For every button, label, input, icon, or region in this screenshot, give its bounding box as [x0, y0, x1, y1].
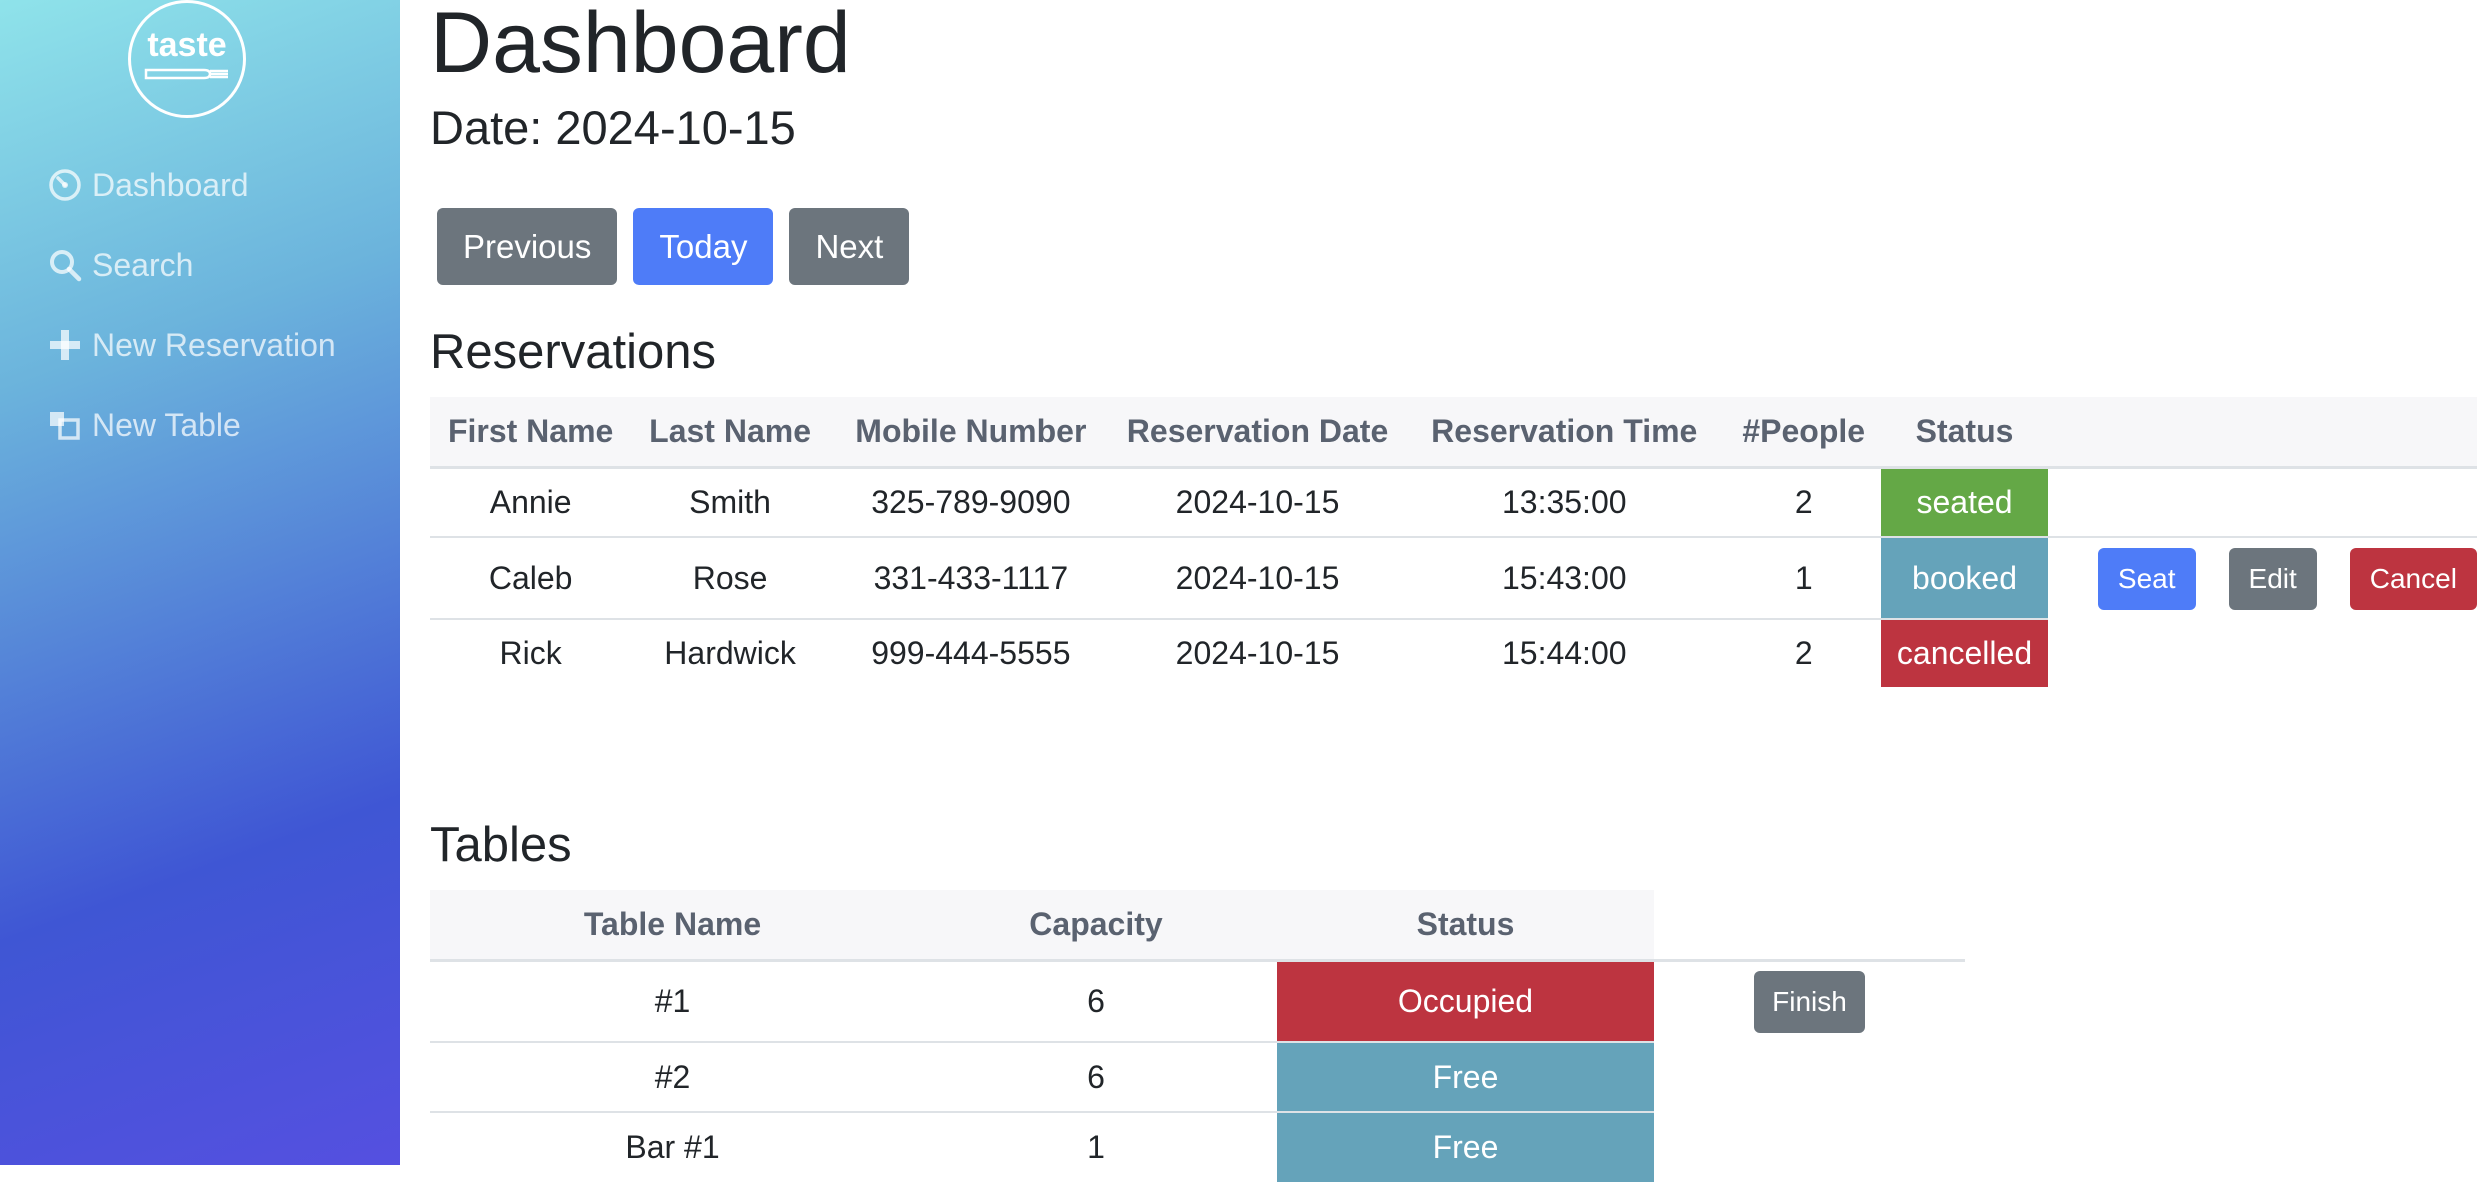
plus-icon [50, 330, 80, 360]
date-cell: 2024-10-15 [1112, 618, 1403, 687]
capacity-cell: 1 [915, 1111, 1277, 1182]
time-cell: 15:44:00 [1402, 618, 1727, 687]
actions-cell: Seat Edit Cancel [2047, 536, 2477, 619]
status-badge: cancelled [1881, 618, 2048, 687]
tables-table: Table Name Capacity Status #1 6 Occupied… [430, 890, 1965, 1182]
date-cell: 2024-10-15 [1112, 536, 1403, 619]
table-row: Caleb Rose 331-433-1117 2024-10-15 15:43… [430, 536, 2477, 619]
last-name-cell: Rose [631, 536, 829, 619]
first-name-cell: Caleb [430, 536, 632, 619]
table-icon [50, 412, 80, 440]
table-name-cell: #1 [430, 959, 915, 1042]
people-cell: 2 [1726, 618, 1882, 687]
cancel-button[interactable]: Cancel [2349, 547, 2477, 610]
next-button[interactable]: Next [789, 208, 910, 285]
reservation-actions: Seat Edit Cancel [2048, 547, 2477, 610]
column-header: Reservation Time [1402, 397, 1727, 469]
sidebar-item-label: Search [92, 246, 194, 283]
table-row: Bar #1 1 Free [430, 1111, 1965, 1182]
time-cell: 15:43:00 [1402, 536, 1727, 619]
column-header: Table Name [430, 890, 915, 962]
table-row: #1 6 Occupied Finish [430, 959, 1965, 1042]
taste-logo[interactable]: taste [128, 0, 246, 118]
finish-button[interactable]: Finish [1754, 970, 1865, 1033]
reservations-title: Reservations [430, 325, 716, 379]
column-header: Capacity [915, 890, 1277, 962]
page-title: Dashboard [430, 0, 851, 91]
mobile-cell: 999-444-5555 [828, 618, 1113, 687]
table-row: #2 6 Free [430, 1041, 1965, 1112]
table-row: Rick Hardwick 999-444-5555 2024-10-15 15… [430, 618, 2477, 687]
table-header-row: Table Name Capacity Status [430, 890, 1965, 962]
sidebar-item-label: Dashboard [92, 166, 249, 203]
table-row: Annie Smith 325-789-9090 2024-10-15 13:3… [430, 466, 2477, 537]
status-badge: seated [1881, 466, 2048, 537]
table-name-cell: Bar #1 [430, 1111, 915, 1182]
status-badge: booked [1881, 536, 2048, 619]
last-name-cell: Smith [631, 466, 829, 537]
column-header: Status [1277, 890, 1654, 962]
sidebar-item-search[interactable]: Search [0, 225, 400, 305]
mobile-cell: 325-789-9090 [828, 466, 1113, 537]
table-name-cell: #2 [430, 1041, 915, 1112]
edit-button[interactable]: Edit [2228, 547, 2317, 610]
logo-text: taste [147, 26, 227, 64]
table-actions: Finish [1654, 970, 1965, 1033]
dashboard-icon [49, 169, 81, 201]
sidebar-item-new-table[interactable]: New Table [0, 385, 400, 465]
column-header: #People [1726, 397, 1882, 469]
today-button[interactable]: Today [633, 208, 774, 285]
table-header-row: First Name Last Name Mobile Number Reser… [430, 397, 2477, 469]
people-cell: 1 [1726, 536, 1882, 619]
people-cell: 2 [1726, 466, 1882, 537]
actions-header [1654, 890, 1965, 962]
sidebar-item-label: New Reservation [92, 326, 336, 363]
actions-cell: Finish [1654, 959, 1965, 1042]
first-name-cell: Rick [430, 618, 632, 687]
sidebar-item-new-reservation[interactable]: New Reservation [0, 305, 400, 385]
column-header: First Name [430, 397, 632, 469]
last-name-cell: Hardwick [631, 618, 829, 687]
seat-button[interactable]: Seat [2097, 547, 2196, 610]
table-status-badge: Free [1277, 1041, 1654, 1112]
reservations-table: First Name Last Name Mobile Number Reser… [430, 397, 2477, 687]
table-status-badge: Free [1277, 1111, 1654, 1182]
table-status-badge: Occupied [1277, 959, 1654, 1042]
capacity-cell: 6 [915, 959, 1277, 1042]
actions-cell [2047, 619, 2477, 687]
actions-cell [2047, 466, 2477, 537]
date-navigation: Previous Today Next [437, 208, 910, 285]
column-header: Last Name [631, 397, 829, 469]
time-cell: 13:35:00 [1402, 466, 1727, 537]
sidebar: taste Dashboard Search New Reservation N… [0, 0, 400, 1165]
sidebar-item-label: New Table [92, 406, 241, 443]
first-name-cell: Annie [430, 466, 632, 537]
utensils-icon [144, 68, 228, 80]
actions-cell [1654, 1112, 1965, 1182]
mobile-cell: 331-433-1117 [828, 536, 1113, 619]
date-cell: 2024-10-15 [1112, 466, 1403, 537]
sidebar-nav: Dashboard Search New Reservation New Tab… [0, 145, 400, 465]
column-header: Status [1881, 397, 2048, 469]
actions-cell [1654, 1042, 1965, 1112]
column-header: Mobile Number [828, 397, 1113, 469]
tables-title: Tables [430, 818, 572, 872]
actions-header [2047, 397, 2477, 469]
current-date: Date: 2024-10-15 [430, 101, 796, 154]
column-header: Reservation Date [1112, 397, 1403, 469]
sidebar-item-dashboard[interactable]: Dashboard [0, 145, 400, 225]
previous-button[interactable]: Previous [437, 208, 618, 285]
search-icon [50, 250, 82, 282]
capacity-cell: 6 [915, 1041, 1277, 1112]
